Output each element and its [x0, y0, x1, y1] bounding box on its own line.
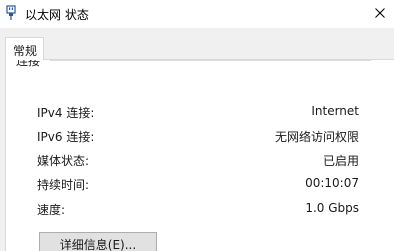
details-button-label: 详细信息(E)... — [59, 238, 137, 251]
details-button[interactable]: 详细信息(E)... — [39, 232, 157, 251]
close-icon — [375, 8, 385, 18]
group-divider — [50, 60, 371, 61]
close-button[interactable] — [366, 0, 394, 28]
ethernet-status-dialog: 以太网 状态 常规 连接 IPv4 连接: Internet IPv6 连接: … — [0, 0, 394, 251]
ipv4-connectivity-label: IPv4 连接: — [37, 106, 95, 120]
speed-label: 速度: — [37, 203, 66, 217]
window-title: 以太网 状态 — [25, 8, 89, 22]
duration-value: 00:10:07 — [305, 176, 359, 190]
speed-value: 1.0 Gbps — [305, 201, 359, 215]
ipv4-connectivity-value: Internet — [311, 104, 359, 118]
tab-label: 常规 — [13, 44, 38, 58]
ethernet-plug-icon — [5, 5, 17, 21]
ipv6-connectivity-label: IPv6 连接: — [37, 130, 95, 144]
ipv6-connectivity-value: 无网络访问权限 — [274, 130, 359, 144]
media-state-label: 媒体状态: — [37, 154, 90, 168]
title-bar[interactable]: 以太网 状态 — [0, 0, 394, 28]
tab-general[interactable]: 常规 — [5, 37, 44, 60]
duration-label: 持续时间: — [37, 178, 90, 192]
media-state-value: 已启用 — [322, 154, 359, 168]
